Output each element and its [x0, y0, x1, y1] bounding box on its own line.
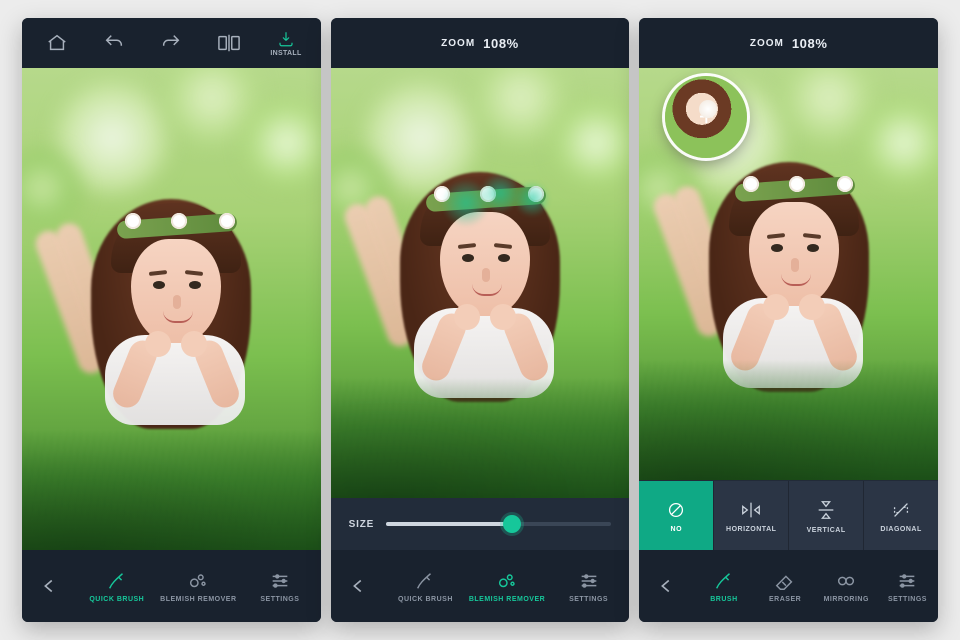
photo-content: [331, 68, 630, 498]
undo-icon: [103, 32, 125, 54]
home-button[interactable]: [33, 19, 81, 67]
clone-source-preview[interactable]: +: [665, 76, 747, 158]
tool-quick-brush[interactable]: QUICK BRUSH: [385, 550, 467, 622]
tool-label: BLEMISH REMOVER: [469, 596, 545, 603]
mirror-vertical-icon: [815, 498, 837, 522]
eraser-icon: [774, 570, 796, 592]
compare-icon: [217, 32, 241, 54]
sliders-icon: [896, 570, 918, 592]
bottom-toolbar: QUICK BRUSH BLEMISH REMOVER SETTINGS: [331, 550, 630, 622]
top-toolbar: INSTALL: [22, 18, 321, 68]
editor-canvas[interactable]: [331, 68, 630, 498]
tool-label: SETTINGS: [569, 596, 608, 603]
sliders-icon: [269, 570, 291, 592]
tool-blemish-remover[interactable]: BLEMISH REMOVER: [158, 550, 240, 622]
tool-label: QUICK BRUSH: [89, 596, 144, 603]
undo-button[interactable]: [90, 19, 138, 67]
zoom-value: 108%: [483, 36, 519, 51]
app-triptych: INSTALL: [0, 0, 960, 640]
editor-canvas[interactable]: [22, 68, 321, 550]
install-label: INSTALL: [270, 50, 301, 57]
none-icon: [665, 499, 687, 521]
tool-settings[interactable]: SETTINGS: [877, 550, 938, 622]
plus-icon: +: [699, 102, 714, 133]
tool-label: SETTINGS: [888, 596, 927, 603]
zoom-value: 108%: [792, 36, 828, 51]
arrow-left-icon: [347, 575, 369, 597]
option-label: NO: [671, 526, 683, 533]
tool-label: QUICK BRUSH: [398, 596, 453, 603]
brush-icon: [713, 570, 735, 592]
brush-icon: [106, 570, 128, 592]
size-slider-bar: SIZE: [331, 498, 630, 550]
option-label: VERTICAL: [807, 527, 846, 534]
mirror-option-horizontal[interactable]: HORIZONTAL: [713, 481, 788, 550]
option-label: DIAGONAL: [880, 526, 921, 533]
mirror-option-no[interactable]: NO: [639, 481, 713, 550]
redo-button[interactable]: [147, 19, 195, 67]
tool-label: BRUSH: [710, 596, 737, 603]
tool-label: ERASER: [769, 596, 801, 603]
back-button[interactable]: [22, 550, 76, 622]
zoom-label: ZOOM: [750, 38, 784, 49]
mirror-option-diagonal[interactable]: DIAGONAL: [863, 481, 938, 550]
tool-label: SETTINGS: [260, 596, 299, 603]
mirror-diagonal-icon: [890, 499, 912, 521]
zoom-indicator: ZOOM 108%: [639, 18, 938, 68]
download-icon: [276, 30, 296, 48]
tool-label: MIRRORING: [824, 596, 869, 603]
sliders-icon: [578, 570, 600, 592]
arrow-left-icon: [38, 575, 60, 597]
zoom-indicator: ZOOM 108%: [331, 18, 630, 68]
compare-button[interactable]: [205, 19, 253, 67]
back-button[interactable]: [331, 550, 385, 622]
size-slider-thumb[interactable]: [503, 515, 521, 533]
blemish-icon: [496, 570, 518, 592]
mirror-option-vertical[interactable]: VERTICAL: [788, 481, 863, 550]
tool-settings[interactable]: SETTINGS: [548, 550, 630, 622]
tool-blemish-remover[interactable]: BLEMISH REMOVER: [466, 550, 548, 622]
tool-quick-brush[interactable]: QUICK BRUSH: [76, 550, 158, 622]
install-button[interactable]: INSTALL: [262, 19, 310, 67]
editor-canvas[interactable]: +: [639, 68, 938, 480]
screen-1: INSTALL: [22, 18, 321, 622]
bottom-toolbar: BRUSH ERASER MIRRORING SETTINGS: [639, 550, 938, 622]
screen-2: ZOOM 108%: [331, 18, 630, 622]
zoom-label: ZOOM: [441, 38, 475, 49]
photo-content: [22, 68, 321, 550]
size-slider[interactable]: [386, 522, 611, 526]
tool-mirroring[interactable]: MIRRORING: [816, 550, 877, 622]
size-label: SIZE: [349, 519, 374, 530]
bottom-toolbar: QUICK BRUSH BLEMISH REMOVER SETTINGS: [22, 550, 321, 622]
blemish-icon: [187, 570, 209, 592]
tool-label: BLEMISH REMOVER: [160, 596, 236, 603]
screen-3: ZOOM 108%: [639, 18, 938, 622]
tool-eraser[interactable]: ERASER: [755, 550, 816, 622]
tool-brush[interactable]: BRUSH: [693, 550, 754, 622]
brush-icon: [414, 570, 436, 592]
tool-settings[interactable]: SETTINGS: [239, 550, 321, 622]
option-label: HORIZONTAL: [726, 526, 776, 533]
mirror-horizontal-icon: [739, 499, 763, 521]
mirroring-options: NO HORIZONTAL VERTICAL DIAGONAL: [639, 480, 938, 550]
redo-icon: [160, 32, 182, 54]
mirroring-icon: [835, 570, 857, 592]
home-icon: [46, 32, 68, 54]
back-button[interactable]: [639, 550, 693, 622]
arrow-left-icon: [655, 575, 677, 597]
